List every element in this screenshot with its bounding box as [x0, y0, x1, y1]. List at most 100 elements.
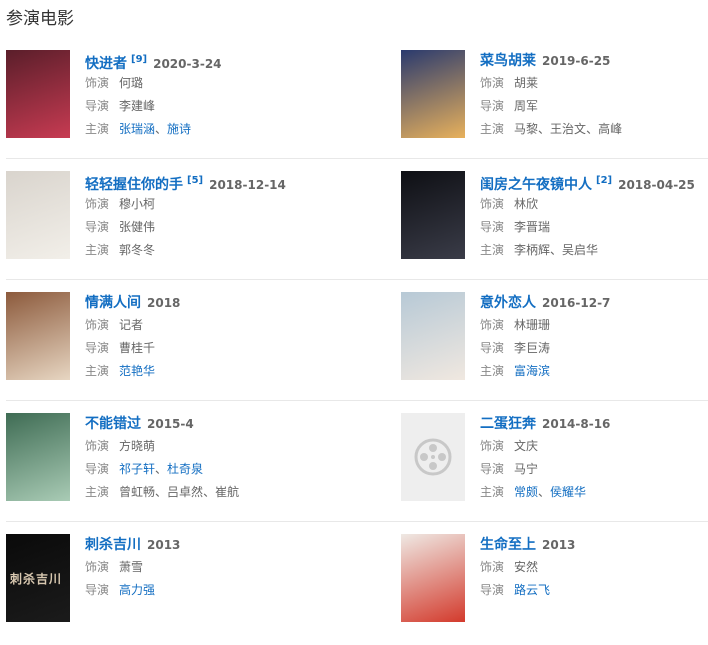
- director-field: 导演 李建峰: [85, 95, 345, 118]
- role-field: 饰演 林欣: [480, 193, 708, 216]
- movie-poster[interactable]: [401, 50, 465, 138]
- person-link[interactable]: 范艳华: [119, 364, 155, 378]
- title-line: 不能错过 2015-4: [85, 413, 345, 435]
- role-name: 胡莱: [514, 76, 539, 90]
- movie-poster[interactable]: [401, 534, 465, 622]
- director-label: 导演: [85, 462, 110, 476]
- movie-info: 快进者 [9] 2020-3-24 饰演 何璐 导演 李建峰 主演 张瑞涵、施诗: [85, 50, 345, 141]
- poster-title-art: 刺杀吉川: [10, 572, 63, 586]
- role-label: 饰演: [480, 439, 505, 453]
- person-link[interactable]: 高力强: [119, 583, 155, 597]
- role-field: 饰演 萧雪: [85, 556, 345, 579]
- row-divider: [6, 400, 708, 401]
- person-link[interactable]: 祁子轩: [119, 462, 155, 476]
- role-field: 饰演 文庆: [480, 435, 708, 458]
- cast-label: 主演: [85, 243, 110, 257]
- movie-title-link[interactable]: 二蛋狂奔: [480, 416, 536, 432]
- person-link[interactable]: 富海滨: [514, 364, 550, 378]
- separator: 、: [155, 462, 168, 476]
- cast-field: 主演 马黎、王治文、高峰: [480, 118, 708, 141]
- director-field: 导演 李晋瑞: [480, 216, 708, 239]
- movie-title-link[interactable]: 菜鸟胡莱: [480, 53, 536, 69]
- role-label: 饰演: [85, 197, 110, 211]
- movie-title-link[interactable]: 情满人间: [85, 295, 141, 311]
- movie-title-link[interactable]: 快进者: [85, 56, 127, 72]
- person-name: 李柄辉: [514, 243, 551, 257]
- person-link[interactable]: 路云飞: [514, 583, 550, 597]
- role-field: 饰演 记者: [85, 314, 345, 337]
- movie-title-link[interactable]: 生命至上: [480, 537, 536, 553]
- cast-label: 主演: [480, 122, 505, 136]
- movie-poster[interactable]: [6, 171, 70, 259]
- movie-info: 情满人间 2018 饰演 记者 导演 曹桂千 主演 范艳华: [85, 292, 345, 383]
- movie-card: 刺杀吉川 刺杀吉川 2013 饰演 萧雪 导演 高力强: [6, 524, 346, 644]
- title-line: 生命至上 2013: [480, 534, 708, 556]
- director-label: 导演: [480, 99, 505, 113]
- release-date: 2020-3-24: [153, 57, 222, 71]
- cast-label: 主演: [480, 364, 505, 378]
- cast-field: 主演 常颇、侯耀华: [480, 481, 708, 504]
- person-name: 高峰: [598, 122, 623, 136]
- role-field: 饰演 穆小柯: [85, 193, 345, 216]
- movie-title-link[interactable]: 轻轻握住你的手: [85, 177, 183, 193]
- person-link[interactable]: 杜奇泉: [167, 462, 203, 476]
- movie-title-link[interactable]: 不能错过: [85, 416, 141, 432]
- director-label: 导演: [85, 583, 110, 597]
- person-link[interactable]: 侯耀华: [550, 485, 586, 499]
- role-label: 饰演: [85, 439, 110, 453]
- role-field: 饰演 方晓萌: [85, 435, 345, 458]
- role-label: 饰演: [480, 560, 505, 574]
- person-name: 曹桂千: [119, 341, 156, 355]
- movie-poster[interactable]: 刺杀吉川: [6, 534, 70, 622]
- cast-field: 主演 李柄辉、吴启华: [480, 239, 708, 262]
- person-link[interactable]: 施诗: [167, 122, 191, 136]
- person-name: 李晋瑞: [514, 220, 551, 234]
- movie-card: 不能错过 2015-4 饰演 方晓萌 导演 祁子轩、杜奇泉 主演 曾虹畅、吕卓然、崔航: [6, 403, 346, 523]
- director-field: 导演 祁子轩、杜奇泉: [85, 458, 345, 481]
- movie-poster[interactable]: [401, 413, 465, 501]
- role-label: 饰演: [480, 76, 505, 90]
- movie-row: 不能错过 2015-4 饰演 方晓萌 导演 祁子轩、杜奇泉 主演 曾虹畅、吕卓然、崔航 二蛋狂奔…: [0, 403, 708, 524]
- movie-card: 轻轻握住你的手 [5] 2018-12-14 饰演 穆小柯 导演 张健伟 主演 郭冬冬: [6, 161, 346, 281]
- movie-poster[interactable]: [401, 292, 465, 380]
- cast-field: 主演 曾虹畅、吕卓然、崔航: [85, 481, 345, 504]
- role-name: 何璐: [119, 76, 144, 90]
- separator: 、: [538, 122, 551, 136]
- movie-title-link[interactable]: 意外恋人: [480, 295, 536, 311]
- reference-link[interactable]: [9]: [131, 54, 147, 65]
- person-name: 马黎: [514, 122, 539, 136]
- movie-poster[interactable]: [6, 292, 70, 380]
- director-label: 导演: [85, 220, 110, 234]
- movie-poster[interactable]: [401, 171, 465, 259]
- person-link[interactable]: 常颇: [514, 485, 538, 499]
- movie-card: 意外恋人 2016-12-7 饰演 林珊珊 导演 李巨涛 主演 富海滨: [401, 282, 708, 402]
- director-field: 导演 周军: [480, 95, 708, 118]
- reference-link[interactable]: [5]: [187, 175, 203, 186]
- movie-row: 刺杀吉川 刺杀吉川 2013 饰演 萧雪 导演 高力强 生命至上 2013 饰演 安然 导演 路云飞: [0, 524, 708, 645]
- movie-poster[interactable]: [6, 413, 70, 501]
- movie-title-link[interactable]: 刺杀吉川: [85, 537, 141, 553]
- person-name: 张健伟: [119, 220, 156, 234]
- role-name: 方晓萌: [119, 439, 156, 453]
- person-link[interactable]: 张瑞涵: [119, 122, 155, 136]
- movie-grid: 快进者 [9] 2020-3-24 饰演 何璐 导演 李建峰 主演 张瑞涵、施诗 菜鸟胡莱 2019…: [0, 40, 708, 645]
- cast-label: 主演: [85, 122, 110, 136]
- reference-link[interactable]: [2]: [596, 175, 612, 186]
- separator: 、: [538, 485, 551, 499]
- cast-field: 主演 富海滨: [480, 360, 708, 383]
- cast-label: 主演: [480, 243, 505, 257]
- director-label: 导演: [85, 99, 110, 113]
- role-name: 安然: [514, 560, 539, 574]
- release-date: 2018: [147, 296, 181, 310]
- person-name: 马宁: [514, 462, 539, 476]
- role-field: 饰演 何璐: [85, 72, 345, 95]
- cast-label: 主演: [85, 485, 110, 499]
- person-name: 李建峰: [119, 99, 156, 113]
- release-date: 2013: [147, 538, 181, 552]
- director-field: 导演 曹桂千: [85, 337, 345, 360]
- row-divider: [6, 279, 708, 280]
- movie-info: 生命至上 2013 饰演 安然 导演 路云飞: [480, 534, 708, 602]
- person-name: 吴启华: [562, 243, 599, 257]
- movie-title-link[interactable]: 闺房之午夜镜中人: [480, 177, 592, 193]
- movie-poster[interactable]: [6, 50, 70, 138]
